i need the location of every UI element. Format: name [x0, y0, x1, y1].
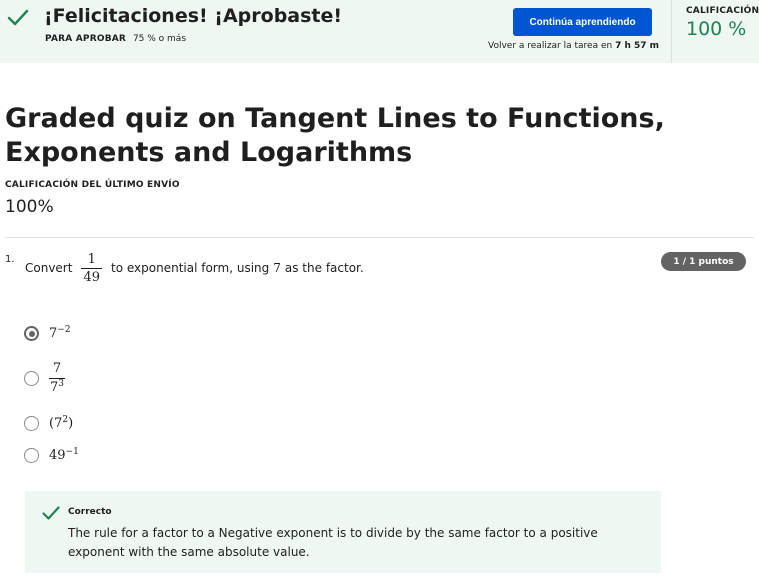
last-submission-label: CALIFICACIÓN DEL ÚLTIMO ENVÍO [5, 180, 180, 190]
fraction-numerator: 1 [87, 251, 96, 267]
question-text-after: to exponential form, using [111, 261, 270, 275]
answer-option-2[interactable]: 7 73 [24, 361, 66, 396]
grade-label: CALIFICACIÓN [686, 6, 759, 16]
pass-label: PARA APROBAR [45, 34, 127, 44]
fraction-denominator: 49 [81, 267, 102, 285]
divider [5, 237, 754, 238]
radio-button[interactable] [24, 371, 39, 386]
last-submission-grade: 100% [5, 197, 54, 217]
continue-learning-button[interactable]: Continúa aprendiendo [513, 8, 652, 36]
option-2-label: 7 73 [49, 361, 66, 396]
retake-time: 7 h 57 m [615, 41, 660, 51]
answer-option-1[interactable]: 7−2 [24, 326, 71, 341]
option-3-label: (72) [49, 416, 74, 432]
grade-value: 100 % [686, 18, 747, 40]
pass-requirement: PARA APROBAR 75 % o más [45, 34, 186, 44]
option-2-den-exponent: 3 [58, 379, 65, 389]
banner-divider [671, 0, 672, 63]
option-4-exponent: −1 [65, 447, 79, 457]
page-title: Graded quiz on Tangent Lines to Function… [5, 103, 665, 168]
pass-value: 75 % o más [132, 34, 187, 44]
question-number: 1. [5, 254, 15, 265]
question-text-end: as the factor. [284, 261, 364, 275]
radio-button[interactable] [24, 448, 39, 463]
feedback-text: The rule for a factor to a Negative expo… [68, 526, 598, 559]
question-text: Convert 1 49 to exponential form, using … [25, 248, 364, 288]
retake-prefix: Volver a realizar la tarea en [488, 41, 613, 51]
option-1-exponent: −2 [57, 325, 71, 335]
radio-button-selected[interactable] [24, 326, 39, 341]
option-4-base: 49 [49, 448, 66, 463]
check-icon [42, 506, 60, 520]
points-badge: 1 / 1 puntos [661, 252, 746, 271]
option-1-label: 7−2 [49, 325, 71, 342]
option-2-numerator: 7 [52, 361, 62, 376]
feedback-box: Correcto The rule for a factor to a Nega… [25, 491, 661, 573]
success-banner: ¡Felicitaciones! ¡Aprobaste! PARA APROBA… [0, 0, 759, 63]
check-icon [7, 9, 29, 26]
answer-option-4[interactable]: 49−1 [24, 448, 79, 463]
radio-button[interactable] [24, 416, 39, 431]
option-4-label: 49−1 [49, 447, 79, 464]
question-fraction: 1 49 [81, 252, 102, 285]
option-3-close: ) [68, 416, 74, 431]
option-2-denominator: 73 [49, 378, 66, 396]
feedback-title: Correcto [68, 507, 112, 517]
retake-info: Volver a realizar la tarea en 7 h 57 m [488, 41, 659, 51]
question-text-before: Convert [25, 261, 73, 275]
answer-option-3[interactable]: (72) [24, 416, 73, 431]
banner-title: ¡Felicitaciones! ¡Aprobaste! [44, 5, 343, 27]
question-factor: 7 [273, 261, 281, 275]
